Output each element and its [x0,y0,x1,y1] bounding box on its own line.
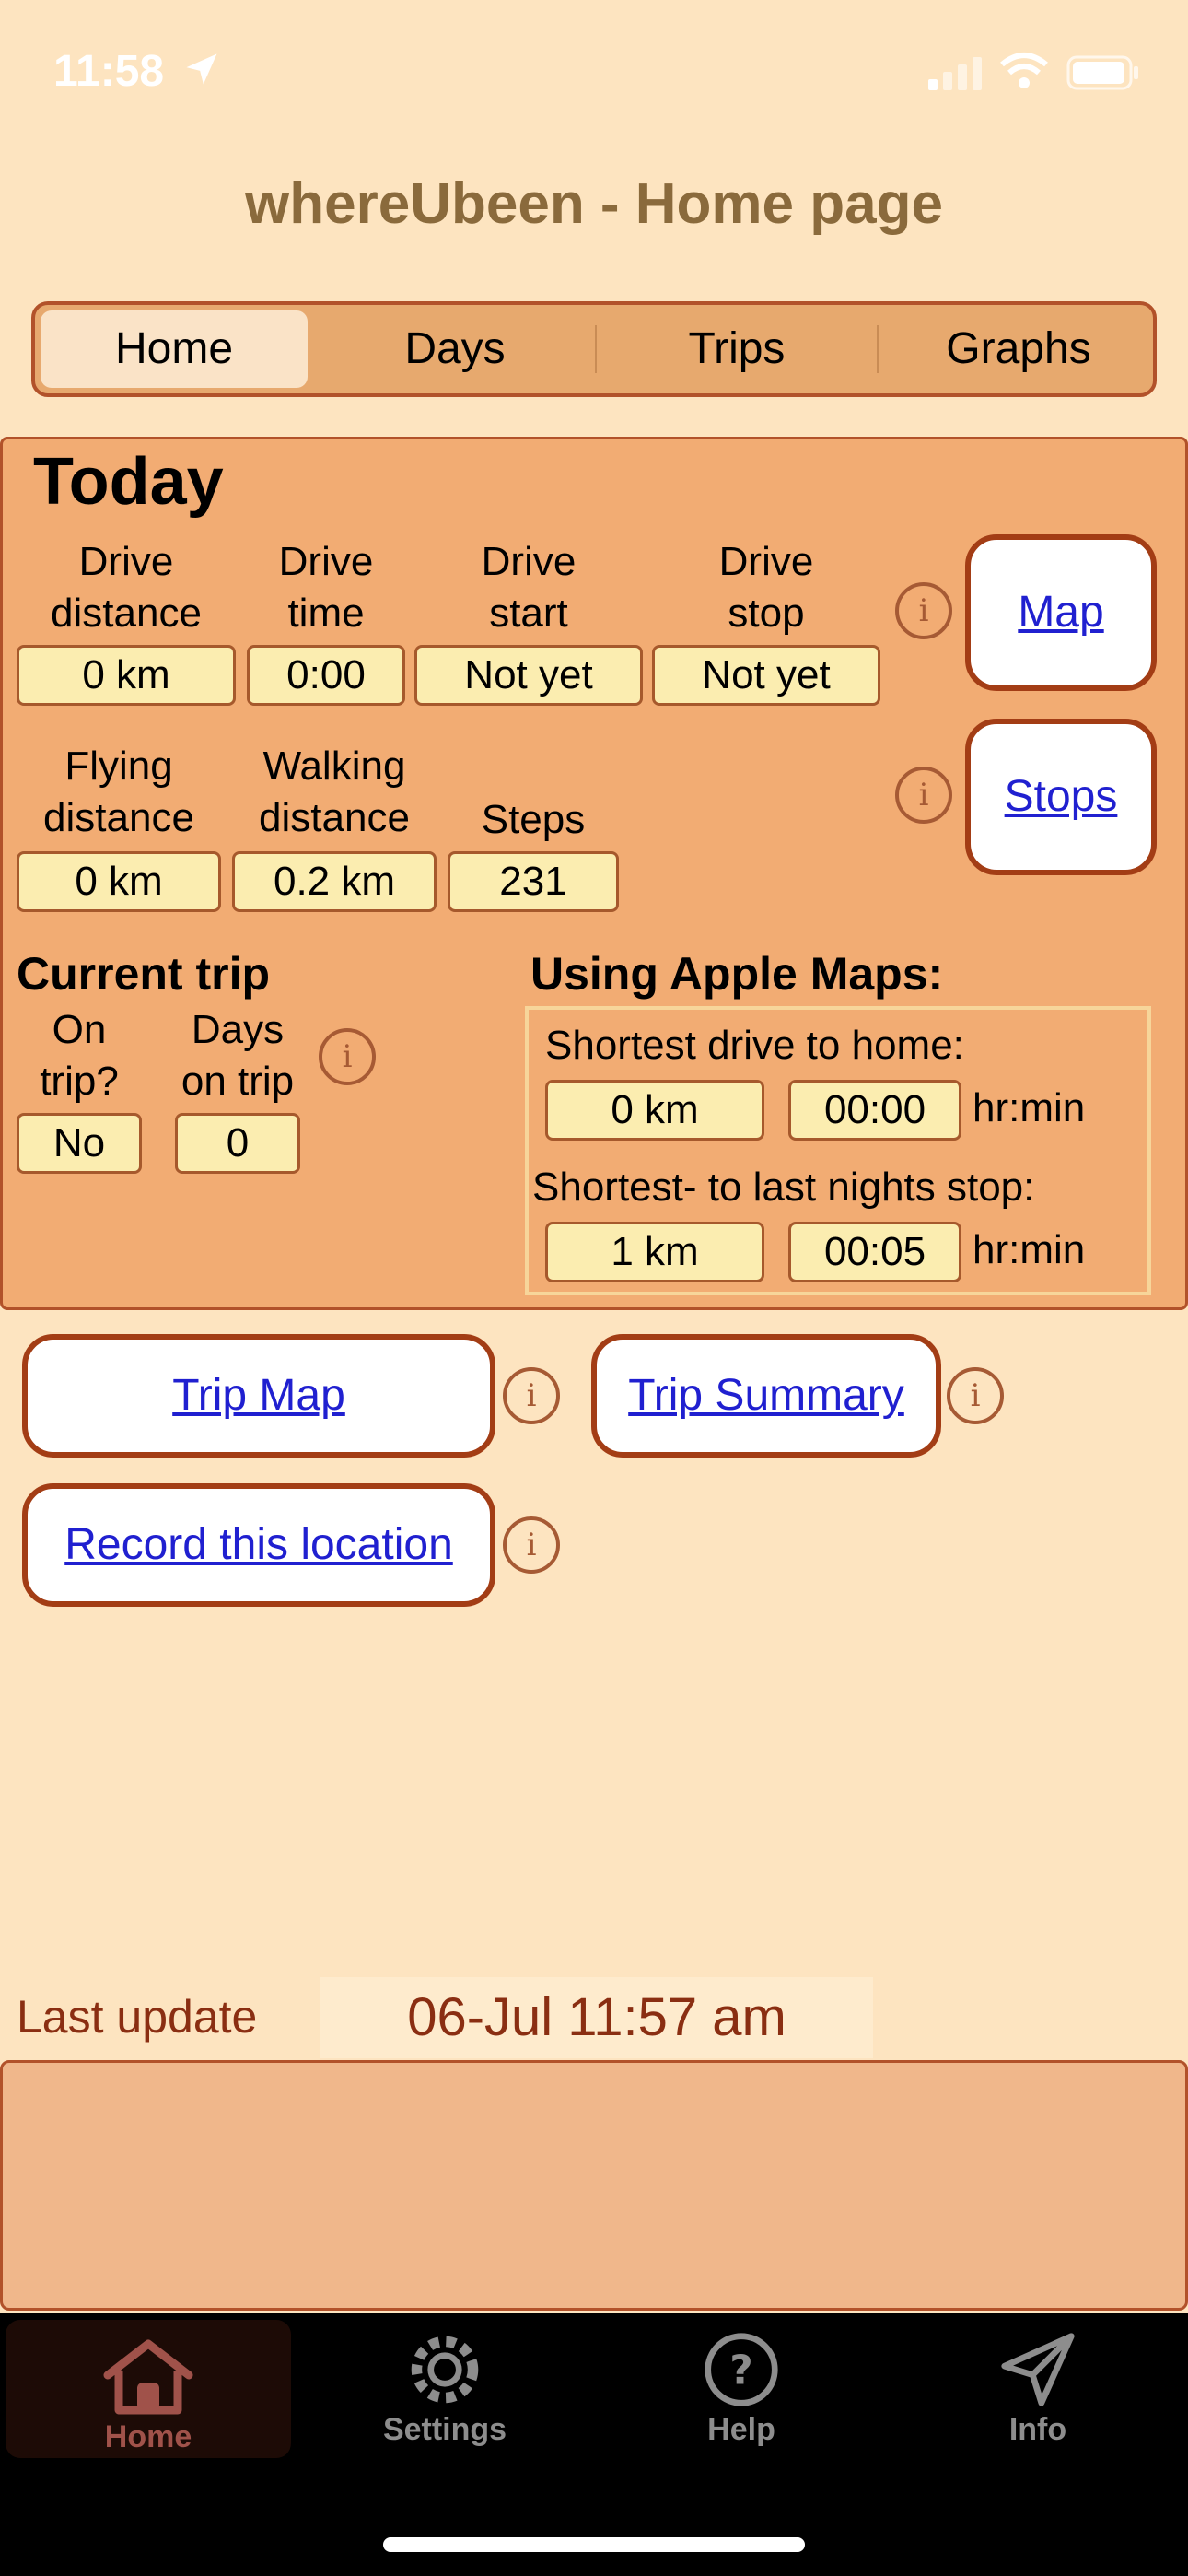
wifi-icon [1000,52,1048,95]
on-trip-label: On trip? [40,1007,119,1104]
home-indicator[interactable] [383,2537,805,2552]
battery-icon [1066,55,1140,95]
home-icon [103,2339,193,2415]
drive-distance-label: Drive distance [51,539,202,636]
tabbar-settings[interactable]: Settings [302,2313,588,2460]
stops-button[interactable]: Stops [965,719,1157,875]
drive-stop-value: Not yet [652,645,880,706]
drive-stop-label: Drive stop [718,539,814,636]
last-update-value: 06-Jul 11:57 am [320,1977,873,2058]
tab-home[interactable]: Home [41,310,308,388]
tabbar-home[interactable]: Home [6,2320,291,2458]
signal-icon [926,53,985,95]
tab-days[interactable]: Days [317,305,593,393]
drive-time-value: 0:00 [247,645,405,706]
segmented-control: Home Days Trips Graphs [31,301,1157,397]
tab-graphs[interactable]: Graphs [880,305,1157,393]
shortest-last-stop-label: Shortest- to last nights stop: [532,1165,1035,1210]
drive-distance-value: 0 km [17,645,236,706]
home-time-value: 00:00 [788,1080,961,1141]
trip-map-button[interactable]: Trip Map [22,1334,495,1458]
days-on-trip-value: 0 [175,1113,300,1174]
drive-start-label: Drive start [481,539,577,636]
flying-distance-value: 0 km [17,851,221,912]
tab-trips[interactable]: Trips [599,305,875,393]
trip-summary-button[interactable]: Trip Summary [591,1334,941,1458]
info-icon[interactable]: i [503,1367,560,1424]
bottom-panel [0,2060,1188,2311]
drive-start-value: Not yet [414,645,643,706]
home-distance-value: 0 km [545,1080,764,1141]
segment-divider [595,325,597,373]
segment-divider [877,325,879,373]
page-title: whereUbeen - Home page [245,172,943,236]
steps-value: 231 [448,851,619,912]
apple-maps-heading: Using Apple Maps: [530,948,944,1000]
on-trip-value: No [17,1113,142,1174]
shortest-home-label: Shortest drive to home: [545,1023,964,1068]
drive-time-label: Drive time [278,539,374,636]
current-trip-heading: Current trip [17,948,270,1000]
steps-label: Steps [481,797,586,842]
last-stop-distance-value: 1 km [545,1222,764,1282]
flying-distance-label: Flying distance [43,744,194,840]
info-icon[interactable]: i [895,767,952,824]
tabbar-info[interactable]: Info [895,2313,1181,2460]
days-on-trip-label: Days on trip [181,1007,295,1104]
last-update-label: Last update [17,1991,258,2043]
last-stop-time-unit: hr:min [973,1227,1086,1272]
info-icon[interactable]: i [319,1028,376,1085]
info-icon[interactable]: i [947,1367,1004,1424]
gear-icon [411,2336,479,2404]
walking-distance-label: Walking distance [259,744,410,840]
today-heading: Today [33,445,224,519]
paper-plane-icon [1001,2333,1075,2406]
record-location-button[interactable]: Record this location [22,1483,495,1607]
info-icon[interactable]: i [503,1516,560,1574]
svg-text:?: ? [729,2347,752,2394]
info-icon[interactable]: i [895,582,952,639]
last-stop-time-value: 00:05 [788,1222,961,1282]
location-arrow-icon [186,53,217,85]
map-button[interactable]: Map [965,534,1157,691]
status-time: 11:58 [53,46,222,97]
tabbar-help[interactable]: ? Help [599,2313,884,2460]
walking-distance-value: 0.2 km [232,851,437,912]
home-time-unit: hr:min [973,1085,1086,1130]
question-icon: ? [705,2333,778,2406]
